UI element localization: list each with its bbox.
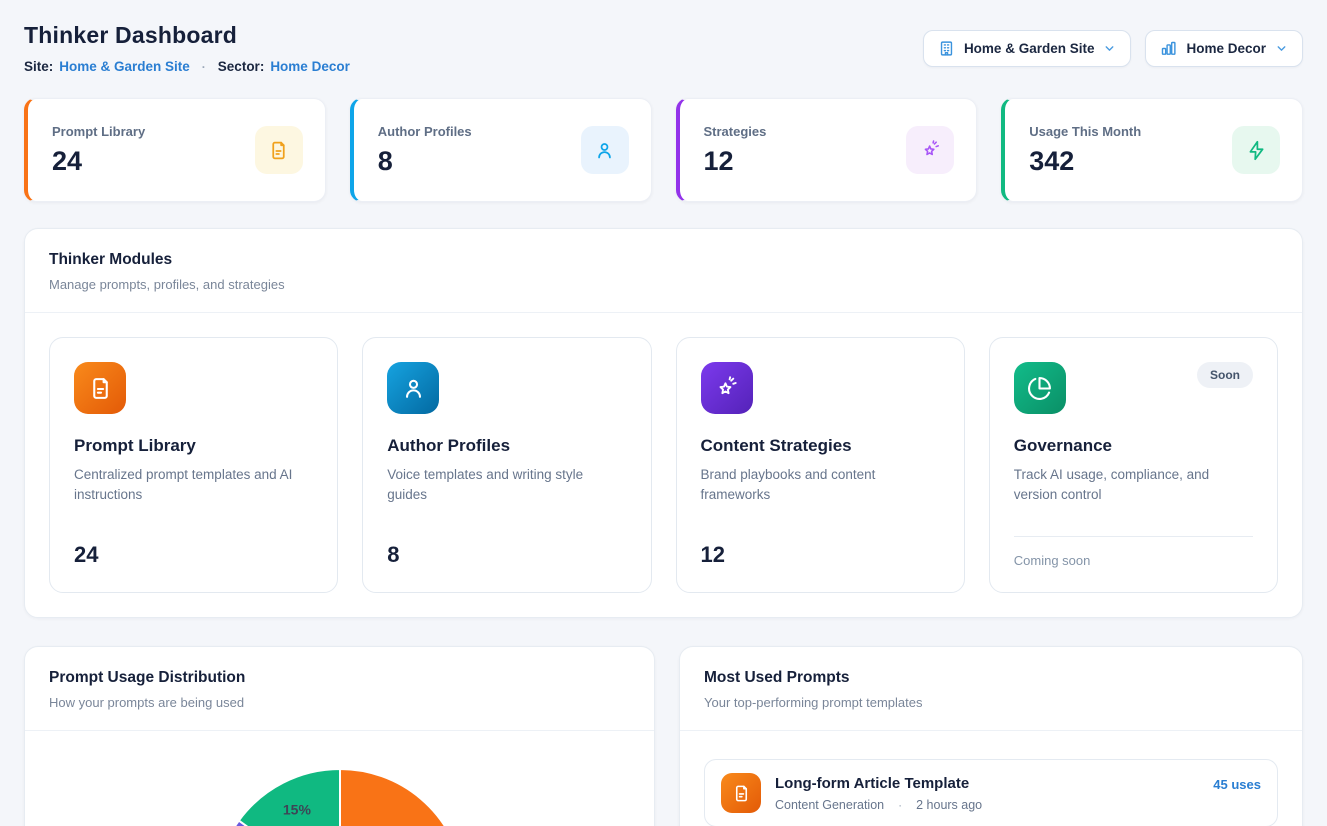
user-icon xyxy=(387,362,439,414)
module-card-prompt-library[interactable]: Prompt Library Centralized prompt templa… xyxy=(49,337,338,593)
module-count: 8 xyxy=(387,542,626,568)
sector-selector-label: Home Decor xyxy=(1186,41,1266,56)
stat-text: Strategies 12 xyxy=(704,124,767,177)
module-card-governance[interactable]: Soon Governance Track AI usage, complian… xyxy=(989,337,1278,593)
most-used-title: Most Used Prompts xyxy=(704,669,1278,687)
stat-text: Prompt Library 24 xyxy=(52,124,145,177)
modules-title: Thinker Modules xyxy=(49,251,1278,269)
bar-chart-icon xyxy=(1160,40,1177,57)
prompt-usage-card: Prompt Usage Distribution How your promp… xyxy=(24,646,655,826)
stat-value: 24 xyxy=(52,146,145,177)
bottom-row: Prompt Usage Distribution How your promp… xyxy=(24,646,1303,826)
page-title: Thinker Dashboard xyxy=(24,22,350,49)
stat-text: Author Profiles 8 xyxy=(378,124,472,177)
donut-segment xyxy=(238,769,339,826)
modules-panel-header: Thinker Modules Manage prompts, profiles… xyxy=(25,229,1302,313)
stat-card-usage: Usage This Month 342 xyxy=(1001,98,1303,202)
modules-subtitle: Manage prompts, profiles, and strategies xyxy=(49,277,1278,292)
stat-card-strategies: Strategies 12 xyxy=(676,98,978,202)
stat-card-author-profiles: Author Profiles 8 xyxy=(350,98,652,202)
stat-text: Usage This Month 342 xyxy=(1029,124,1141,177)
module-title: Governance xyxy=(1014,436,1253,456)
module-footer: Coming soon xyxy=(1014,536,1253,568)
most-used-header: Most Used Prompts Your top-performing pr… xyxy=(680,647,1302,731)
sparkle-star-icon xyxy=(701,362,753,414)
document-icon xyxy=(721,773,761,813)
module-title: Prompt Library xyxy=(74,436,313,456)
stat-value: 8 xyxy=(378,146,472,177)
thinker-modules-panel: Thinker Modules Manage prompts, profiles… xyxy=(24,228,1303,618)
document-icon xyxy=(255,126,303,174)
donut-data-label: 15% xyxy=(282,801,311,817)
list-item-long-form-article[interactable]: Long-form Article Template Content Gener… xyxy=(704,759,1278,826)
module-count: 24 xyxy=(74,542,313,568)
user-icon xyxy=(581,126,629,174)
breadcrumb-separator: · xyxy=(202,60,206,74)
module-title: Content Strategies xyxy=(701,436,940,456)
meta-separator: · xyxy=(898,798,902,812)
lightning-icon xyxy=(1232,126,1280,174)
most-used-subtitle: Your top-performing prompt templates xyxy=(704,695,1278,710)
module-description: Brand playbooks and content frameworks xyxy=(701,465,940,506)
prompt-uses-count: 45 uses xyxy=(1213,777,1261,792)
chevron-down-icon xyxy=(1103,42,1116,55)
module-top-row: Soon xyxy=(1014,362,1253,414)
stat-value: 342 xyxy=(1029,146,1141,177)
modules-grid: Prompt Library Centralized prompt templa… xyxy=(25,313,1302,617)
prompt-category: Content Generation xyxy=(775,798,884,812)
building-icon xyxy=(938,40,955,57)
pie-chart-icon xyxy=(1014,362,1066,414)
prompt-time: 2 hours ago xyxy=(916,798,982,812)
module-count: 12 xyxy=(701,542,940,568)
site-selector-label: Home & Garden Site xyxy=(964,41,1095,56)
stat-label: Author Profiles xyxy=(378,124,472,139)
stats-row: Prompt Library 24 Author Profiles 8 Stra… xyxy=(24,98,1303,202)
stat-label: Strategies xyxy=(704,124,767,139)
module-title: Author Profiles xyxy=(387,436,626,456)
sector-selector-dropdown[interactable]: Home Decor xyxy=(1145,30,1303,67)
stat-card-prompt-library: Prompt Library 24 xyxy=(24,98,326,202)
stat-label: Usage This Month xyxy=(1029,124,1141,139)
site-link[interactable]: Home & Garden Site xyxy=(59,59,190,74)
usage-chart-title: Prompt Usage Distribution xyxy=(49,669,630,687)
usage-chart-area: 15% xyxy=(25,731,654,826)
sector-label: Sector: xyxy=(218,59,265,74)
sparkle-star-icon xyxy=(906,126,954,174)
stat-label: Prompt Library xyxy=(52,124,145,139)
dashboard-page: Thinker Dashboard Site: Home & Garden Si… xyxy=(0,0,1327,826)
module-description: Track AI usage, compliance, and version … xyxy=(1014,465,1253,506)
prompt-meta: Content Generation · 2 hours ago xyxy=(775,798,1199,812)
document-icon xyxy=(74,362,126,414)
header-left: Thinker Dashboard Site: Home & Garden Si… xyxy=(24,22,350,74)
page-header: Thinker Dashboard Site: Home & Garden Si… xyxy=(24,22,1303,74)
prompt-item-main: Long-form Article Template Content Gener… xyxy=(775,775,1199,812)
usage-card-header: Prompt Usage Distribution How your promp… xyxy=(25,647,654,731)
module-description: Voice templates and writing style guides xyxy=(387,465,626,506)
site-label: Site: xyxy=(24,59,53,74)
prompt-name: Long-form Article Template xyxy=(775,775,1199,792)
usage-chart-subtitle: How your prompts are being used xyxy=(49,695,630,710)
sector-link[interactable]: Home Decor xyxy=(270,59,350,74)
module-description: Centralized prompt templates and AI inst… xyxy=(74,465,313,506)
prompt-list: Long-form Article Template Content Gener… xyxy=(680,731,1302,826)
stat-value: 12 xyxy=(704,146,767,177)
donut-segment xyxy=(340,769,465,826)
module-card-author-profiles[interactable]: Author Profiles Voice templates and writ… xyxy=(362,337,651,593)
site-selector-dropdown[interactable]: Home & Garden Site xyxy=(923,30,1132,67)
module-card-content-strategies[interactable]: Content Strategies Brand playbooks and c… xyxy=(676,337,965,593)
header-selectors: Home & Garden Site Home Decor xyxy=(923,30,1303,67)
usage-donut: 15% xyxy=(200,754,480,826)
most-used-prompts-card: Most Used Prompts Your top-performing pr… xyxy=(679,646,1303,826)
breadcrumb: Site: Home & Garden Site · Sector: Home … xyxy=(24,59,350,74)
chevron-down-icon xyxy=(1275,42,1288,55)
status-badge: Soon xyxy=(1197,362,1253,388)
